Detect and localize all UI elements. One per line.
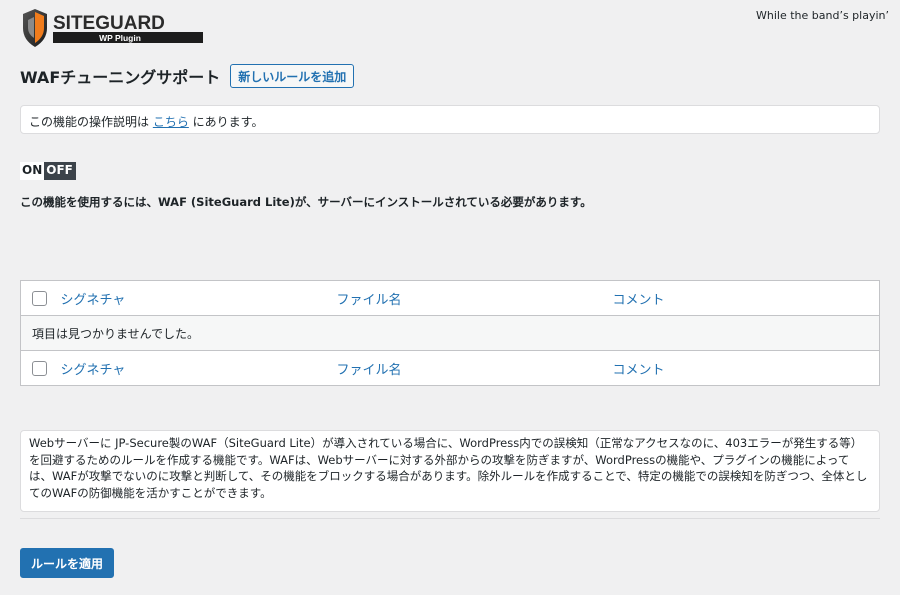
manual-link[interactable]: こちら: [153, 115, 189, 129]
page-title: WAFチューニングサポート: [20, 68, 221, 87]
rules-table: シグネチャ ファイル名 コメント 項目は見つかりませんでした。 シグネチャ ファ…: [20, 280, 880, 386]
footer-column-comment[interactable]: コメント: [613, 351, 880, 386]
notice-suffix: にあります。: [188, 115, 264, 129]
empty-message: 項目は見つかりませんでした。: [20, 315, 880, 351]
requirement-text: この機能を使用するには、WAF (SiteGuard Lite)が、サーバーにイ…: [20, 195, 592, 209]
feature-description: Webサーバーに JP-Secure製のWAF（SiteGuard Lite）が…: [20, 430, 880, 512]
select-all-footer-cell: [21, 351, 61, 386]
toggle-on[interactable]: ON: [20, 162, 45, 180]
logo-brand-text: SITEGUARD: [53, 13, 165, 34]
select-all-checkbox[interactable]: [32, 290, 47, 306]
logo-subtitle-text: WP Plugin: [99, 33, 141, 43]
select-all-cell: [21, 281, 61, 316]
footer-column-filename[interactable]: ファイル名: [337, 351, 613, 386]
toggle-off[interactable]: OFF: [44, 162, 76, 180]
column-comment[interactable]: コメント: [613, 281, 880, 316]
manual-notice: この機能の操作説明は こちら にあります。: [20, 105, 880, 134]
siteguard-logo: SITEGUARD WP Plugin: [20, 8, 206, 48]
table-row: 項目は見つかりませんでした。: [20, 315, 880, 351]
footer-column-signature[interactable]: シグネチャ: [61, 351, 337, 386]
column-signature[interactable]: シグネチャ: [61, 281, 337, 316]
notice-prefix: この機能の操作説明は: [29, 115, 153, 129]
column-filename[interactable]: ファイル名: [337, 281, 613, 316]
add-new-rule-button[interactable]: 新しいルールを追加: [230, 64, 355, 88]
header-greeting: While the band’s playin’: [756, 9, 889, 22]
feature-toggle[interactable]: ON OFF: [20, 162, 76, 180]
divider: [20, 518, 880, 519]
table-footer-row: シグネチャ ファイル名 コメント: [20, 350, 880, 386]
table-header-row: シグネチャ ファイル名 コメント: [20, 281, 880, 316]
select-all-footer-checkbox[interactable]: [32, 360, 47, 376]
apply-rules-button[interactable]: ルールを適用: [20, 548, 115, 578]
title-row: WAFチューニングサポート 新しいルールを追加: [20, 64, 355, 88]
